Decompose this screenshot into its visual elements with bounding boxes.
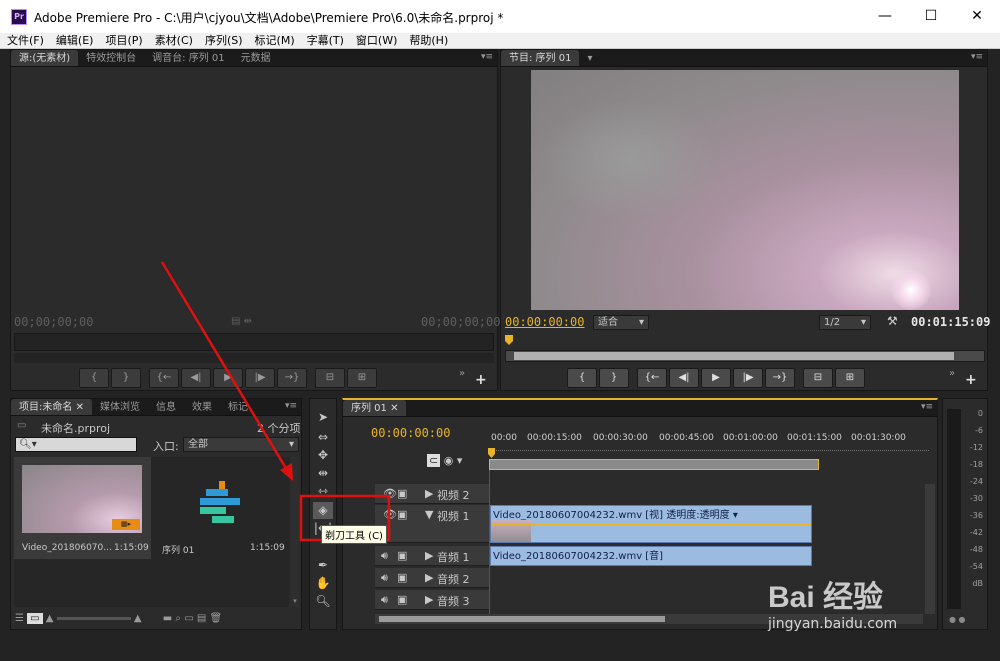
annotation-arrow-line [160, 261, 289, 471]
baidu-watermark-logo: Bai 经验 [768, 581, 884, 614]
watermark-url: jingyan.baidu.com [768, 616, 898, 632]
razor-tool-tooltip: 剃刀工具 (C) [321, 525, 387, 544]
annotation-overlay [160, 261, 391, 542]
annotation-arrowhead-icon [280, 463, 293, 481]
